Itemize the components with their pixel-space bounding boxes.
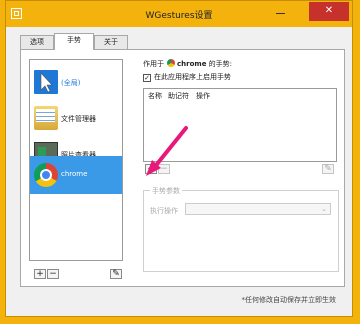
tab-gestures[interactable]: 手势 xyxy=(54,33,94,50)
